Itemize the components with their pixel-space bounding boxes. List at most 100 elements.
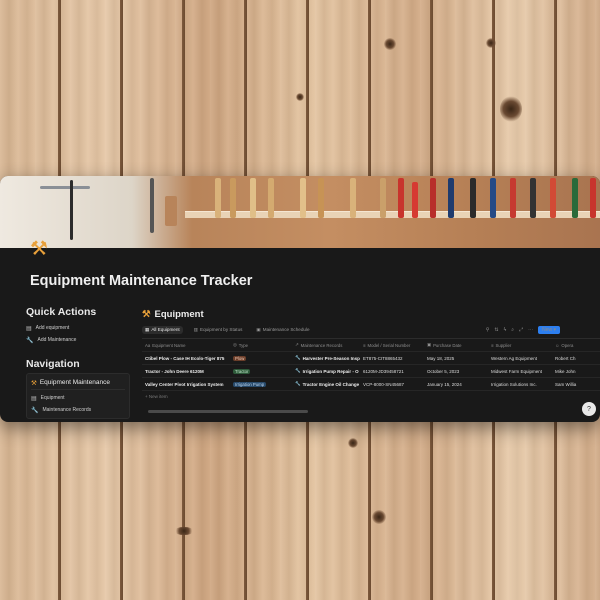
document-icon: ▤ bbox=[26, 325, 32, 332]
wood-knot bbox=[174, 527, 194, 535]
supplier-cell[interactable]: Western Ag Equipment bbox=[488, 356, 552, 361]
app-window: ⚒ Equipment Maintenance Tracker Quick Ac… bbox=[0, 176, 600, 422]
record-link[interactable]: Tractor Engine Oil Change bbox=[303, 382, 360, 387]
filter-icon[interactable]: ⚲ bbox=[486, 327, 490, 333]
tool-handle bbox=[300, 178, 306, 218]
tool-handle bbox=[215, 178, 221, 218]
date-cell[interactable]: January 15, 2024 bbox=[424, 382, 488, 387]
column-header[interactable]: ☺ Opera bbox=[552, 343, 600, 348]
column-header[interactable]: ≡ Model / Serial Number bbox=[360, 343, 424, 348]
more-icon[interactable]: ⋯ bbox=[528, 327, 533, 333]
database-title-row: ⚒ Equipment bbox=[142, 307, 600, 321]
wrench-icon: 🔧 bbox=[295, 355, 301, 360]
navigation-card: ⚒ Equipment Maintenance ▤ Equipment 🔧 Ma… bbox=[26, 373, 130, 419]
supplier-cell[interactable]: Midwest Farm Equipment bbox=[488, 369, 552, 374]
record-link[interactable]: Irrigation Pump Repair - O bbox=[303, 369, 359, 374]
column-header[interactable]: Aa Equipment Name bbox=[142, 343, 230, 348]
calendar-icon: ▣ bbox=[256, 326, 261, 332]
nav-item-maintenance-records[interactable]: 🔧 Maintenance Records bbox=[31, 404, 125, 416]
column-header[interactable]: ↗ Maintenance Records bbox=[292, 342, 360, 348]
horizontal-scrollbar[interactable] bbox=[148, 410, 308, 413]
saw-blade bbox=[40, 186, 90, 189]
saw-frame bbox=[70, 180, 73, 240]
type-cell[interactable]: Plow bbox=[230, 355, 292, 361]
equipment-name-cell[interactable]: Ctibel Plow - Case IH Ecolo-Tiger 875 bbox=[142, 356, 230, 361]
wood-knot bbox=[348, 438, 358, 448]
equipment-name-cell[interactable]: Tractor - John Deere 6120M bbox=[142, 369, 230, 374]
table-row[interactable]: Ctibel Plow - Case IH Ecolo-Tiger 875 Pl… bbox=[142, 352, 600, 365]
serial-cell[interactable]: 6120M-JD39458721 bbox=[360, 369, 424, 374]
record-link[interactable]: Harvester Pre-Season Insp bbox=[303, 356, 360, 361]
page-title: Equipment Maintenance Tracker bbox=[30, 273, 253, 289]
tool-handle bbox=[590, 178, 596, 218]
saw-frame bbox=[150, 178, 154, 233]
column-header-label: Type bbox=[238, 342, 249, 348]
add-maintenance-button[interactable]: 🔧 Add Maintenance bbox=[26, 334, 130, 346]
expand-icon[interactable]: ⤢ bbox=[519, 327, 523, 333]
nav-card-title-row[interactable]: ⚒ Equipment Maintenance bbox=[31, 376, 125, 390]
column-header[interactable]: ▣ Purchase Date bbox=[424, 342, 488, 348]
view-tabs: ▦ All Equipment ▥ Equipment by Status ▣ … bbox=[142, 324, 600, 335]
new-item-button[interactable]: + New item bbox=[142, 391, 600, 402]
column-header-label: Model / Serial Number bbox=[367, 342, 411, 348]
tool-handle bbox=[380, 178, 386, 218]
column-header-label: Maintenance Records bbox=[300, 342, 343, 348]
wood-knot bbox=[372, 510, 386, 524]
lightning-icon[interactable]: ϟ bbox=[504, 327, 507, 333]
type-cell[interactable]: Irrigation Pump bbox=[230, 381, 292, 387]
table-row[interactable]: Valley Center Pivot Irrigation System Ir… bbox=[142, 378, 600, 391]
new-button-label: New bbox=[542, 326, 553, 333]
add-maintenance-label: Add Maintenance bbox=[37, 337, 77, 343]
tab-maintenance-schedule[interactable]: ▣ Maintenance Schedule bbox=[253, 326, 312, 334]
record-cell[interactable]: 🔧 Irrigation Pump Repair - O bbox=[292, 368, 360, 374]
hammer-icon: ⚒ bbox=[142, 308, 151, 320]
search-icon[interactable]: ⌕ bbox=[511, 327, 514, 333]
add-equipment-label: Add equipment bbox=[35, 325, 70, 331]
operator-cell[interactable]: Sam Willia bbox=[552, 382, 600, 387]
tool-handle bbox=[448, 178, 454, 218]
table-row[interactable]: Tractor - John Deere 6120M Tractor 🔧 Irri… bbox=[142, 365, 600, 378]
add-equipment-button[interactable]: ▤ Add equipment bbox=[26, 322, 130, 334]
column-header[interactable]: ≡ Supplier bbox=[488, 343, 552, 348]
equipment-name-cell[interactable]: Valley Center Pivot Irrigation System bbox=[142, 382, 230, 387]
tool-handle bbox=[230, 178, 236, 218]
serial-cell[interactable]: VCP-8000-SN45687 bbox=[360, 382, 424, 387]
type-cell[interactable]: Tractor bbox=[230, 368, 292, 374]
column-header[interactable]: ◎ Type bbox=[230, 342, 292, 348]
equipment-database: ⚒ Equipment ▦ All Equipment ▥ Equipment … bbox=[142, 307, 600, 402]
table-icon: ▦ bbox=[145, 326, 150, 332]
tab-label: All Equipment bbox=[151, 327, 180, 332]
tool-handle bbox=[550, 178, 556, 218]
relation-icon: ↗ bbox=[295, 342, 299, 347]
help-icon[interactable]: ? bbox=[582, 402, 596, 416]
view-toolbar: ⚲ ⇅ ϟ ⌕ ⤢ ⋯ New ▾ bbox=[486, 325, 560, 334]
date-cell[interactable]: October 5, 2023 bbox=[424, 369, 488, 374]
wrench-icon: 🔧 bbox=[26, 337, 34, 344]
operator-cell[interactable]: Mike John bbox=[552, 369, 600, 374]
supplier-cell[interactable]: Irrigation Solutions Inc. bbox=[488, 382, 552, 387]
serial-cell[interactable]: ET875-CIT8865432 bbox=[360, 356, 424, 361]
tool-handle bbox=[268, 178, 274, 218]
nav-card-title: Equipment Maintenance bbox=[39, 379, 110, 386]
sort-icon[interactable]: ⇅ bbox=[494, 327, 498, 333]
type-tag: Plow bbox=[233, 355, 247, 361]
nav-item-equipment[interactable]: ▤ Equipment bbox=[31, 392, 125, 404]
text-icon: Aa bbox=[145, 342, 151, 348]
column-header-label: Opera bbox=[561, 342, 574, 348]
type-tag: Irrigation Pump bbox=[233, 381, 267, 387]
tab-all-equipment[interactable]: ▦ All Equipment bbox=[142, 325, 183, 334]
date-cell[interactable]: May 18, 2025 bbox=[424, 356, 488, 361]
record-cell[interactable]: 🔧 Tractor Engine Oil Change bbox=[292, 381, 360, 387]
tool-handle bbox=[430, 178, 436, 218]
saw-handle bbox=[165, 196, 177, 226]
wrench-icon: 🔧 bbox=[295, 381, 301, 386]
nav-item-label: Equipment bbox=[40, 395, 65, 401]
wood-knot bbox=[486, 38, 496, 48]
quick-actions-heading: Quick Actions bbox=[26, 306, 97, 318]
operator-cell[interactable]: Robert Ch bbox=[552, 356, 600, 361]
column-header-label: Equipment Name bbox=[152, 342, 186, 348]
tab-equipment-by-status[interactable]: ▥ Equipment by Status bbox=[191, 326, 246, 334]
tool-handle bbox=[510, 178, 516, 218]
record-cell[interactable]: 🔧 Harvester Pre-Season Insp bbox=[292, 355, 360, 361]
new-button[interactable]: New ▾ bbox=[538, 325, 560, 334]
